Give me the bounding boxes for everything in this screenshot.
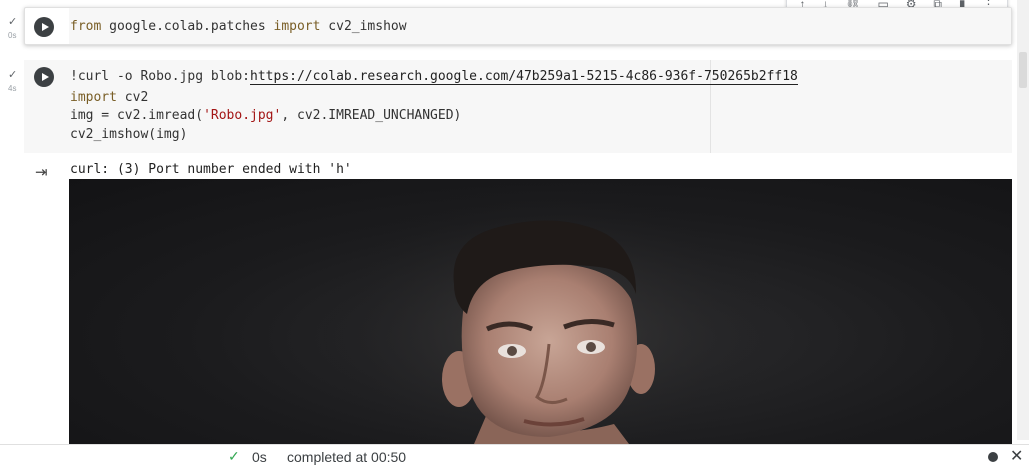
code-line-2[interactable]: import cv2 (70, 90, 148, 105)
module-name: google.colab.patches (101, 19, 274, 34)
imread-call: img = cv2.imread( (70, 108, 204, 123)
keyword-import: import (273, 19, 321, 34)
cell-1-code-line[interactable]: from google.colab.patches import cv2_ims… (70, 19, 407, 34)
cell-1-exec-time: 0s (8, 31, 17, 40)
import-target: cv2 (116, 90, 149, 105)
completion-status[interactable]: completed at 00:50 (287, 449, 406, 465)
run-cell-button[interactable] (34, 67, 54, 87)
execution-time: 0s (252, 449, 267, 465)
output-image (69, 179, 1012, 444)
scrollbar-thumb[interactable] (1019, 52, 1027, 88)
runtime-status-dot[interactable] (988, 452, 998, 462)
status-bar: ✓ 0s completed at 00:50 ✕ (0, 444, 1029, 467)
code-line-1[interactable]: !curl -o Robo.jpg blob:https://colab.res… (70, 69, 798, 85)
close-icon[interactable]: ✕ (1010, 446, 1023, 466)
blob-url-link[interactable]: https://colab.research.google.com/47b259… (250, 69, 798, 85)
output-error-text: curl: (3) Port number ended with 'h' (70, 162, 352, 177)
imread-flags: , cv2.IMREAD_UNCHANGED) (281, 108, 462, 123)
executed-check-icon: ✓ (8, 69, 18, 81)
robot-face-image (317, 179, 777, 444)
run-cell-button[interactable] (34, 17, 54, 37)
code-line-3[interactable]: img = cv2.imread('Robo.jpg', cv2.IMREAD_… (70, 108, 461, 123)
executed-check-icon: ✓ (8, 16, 18, 28)
cell-2-exec-time: 4s (8, 84, 17, 93)
completed-check-icon: ✓ (228, 448, 240, 464)
keyword-from: from (70, 19, 102, 34)
keyword-import: import (70, 90, 117, 105)
filename-string: 'Robo.jpg' (203, 108, 282, 123)
output-clear-icon[interactable]: ⇥ (35, 163, 48, 181)
curl-command: !curl -o Robo.jpg blob: (70, 69, 251, 84)
code-line-4[interactable]: cv2_imshow(img) (70, 127, 187, 142)
imported-name: cv2_imshow (320, 19, 407, 34)
